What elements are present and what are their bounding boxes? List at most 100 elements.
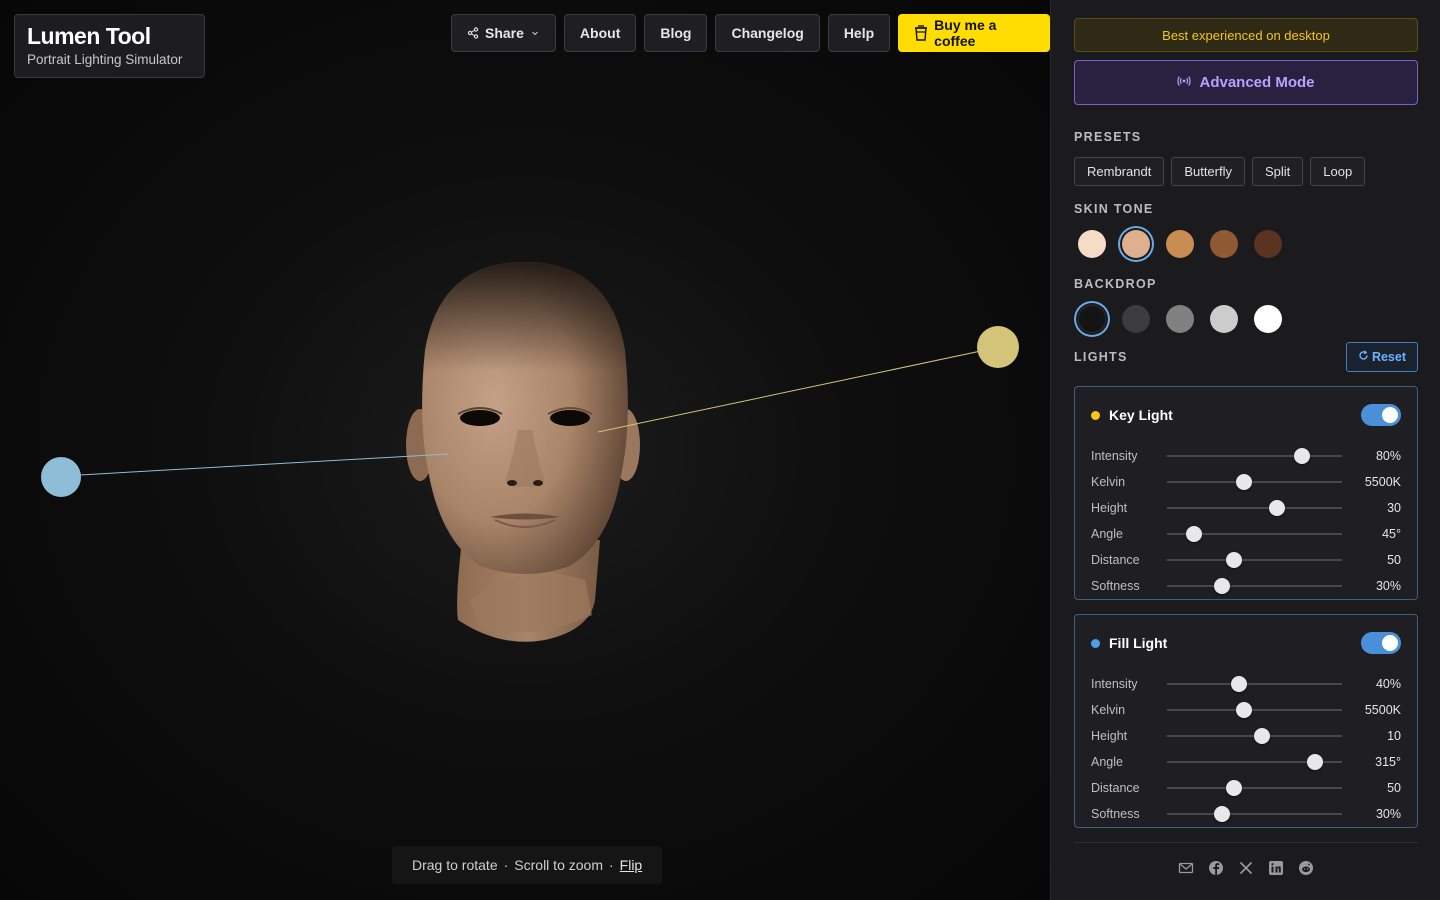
slider-thumb[interactable]: [1214, 806, 1231, 822]
angle-value: 45°: [1382, 527, 1401, 541]
fill-light-title: Fill Light: [1109, 635, 1168, 651]
slider-thumb[interactable]: [1230, 676, 1247, 692]
softness-value: 30%: [1375, 807, 1401, 821]
skin-tone-swatch[interactable]: [1166, 230, 1194, 258]
skin-tone-heading: SKIN TONE: [1074, 202, 1154, 216]
backdrop-swatch[interactable]: [1078, 305, 1106, 333]
preset-split[interactable]: Split: [1252, 157, 1304, 186]
lights-heading: LIGHTS: [1074, 350, 1128, 364]
fill-light-distance-row: Distance 50: [1091, 775, 1401, 801]
slider-thumb[interactable]: [1214, 578, 1231, 594]
skin-tone-swatch[interactable]: [1078, 230, 1106, 258]
slider-thumb[interactable]: [1186, 526, 1203, 542]
presets-list: Rembrandt Butterfly Split Loop: [1074, 157, 1418, 186]
height-value: 30: [1387, 501, 1401, 515]
advanced-mode-label: Advanced Mode: [1199, 74, 1315, 91]
intensity-slider[interactable]: [1167, 448, 1342, 464]
help-button[interactable]: Help: [827, 14, 891, 52]
key-light-handle[interactable]: [977, 326, 1019, 368]
head-model[interactable]: [406, 262, 640, 642]
changelog-button[interactable]: Changelog: [715, 14, 820, 52]
slider-thumb[interactable]: [1226, 552, 1243, 568]
intensity-value: 40%: [1375, 677, 1401, 691]
fill-light-beam: [61, 453, 449, 477]
slider-thumb[interactable]: [1254, 728, 1271, 744]
kelvin-slider[interactable]: [1167, 474, 1342, 490]
app-subtitle: Portrait Lighting Simulator: [27, 52, 183, 67]
top-nav: Share About Blog Changelog Help Buy me a…: [451, 14, 1050, 52]
viewport-3d[interactable]: Lumen Tool Portrait Lighting Simulator S…: [0, 0, 1050, 900]
key-light-card: Key Light Intensity 80% Kelvin 5500K Height 3…: [1074, 386, 1418, 600]
distance-slider[interactable]: [1167, 780, 1342, 796]
fill-light-kelvin-row: Kelvin 5500K: [1091, 697, 1401, 723]
mail-icon[interactable]: [1178, 860, 1194, 876]
app-title: Lumen Tool: [27, 23, 151, 49]
kelvin-value: 5500K: [1364, 703, 1401, 717]
key-light-height-row: Height 30: [1091, 495, 1401, 521]
skin-tone-swatch[interactable]: [1254, 230, 1282, 258]
reddit-icon[interactable]: [1298, 860, 1314, 876]
height-slider[interactable]: [1167, 728, 1342, 744]
fill-light-intensity-row: Intensity 40%: [1091, 671, 1401, 697]
intensity-label: Intensity: [1091, 677, 1138, 691]
flip-link[interactable]: Flip: [620, 857, 643, 873]
advanced-mode-button[interactable]: Advanced Mode: [1074, 60, 1418, 105]
slider-thumb[interactable]: [1293, 448, 1310, 464]
refresh-icon: [1358, 350, 1369, 364]
reset-button[interactable]: Reset: [1345, 342, 1418, 372]
fill-light-card: Fill Light Intensity 40% Kelvin 5500K Height…: [1074, 614, 1418, 828]
share-button[interactable]: Share: [451, 14, 556, 52]
slider-thumb[interactable]: [1236, 474, 1252, 490]
softness-label: Softness: [1091, 807, 1140, 821]
buy-coffee-button[interactable]: Buy me a coffee: [898, 14, 1050, 52]
angle-slider[interactable]: [1167, 754, 1342, 770]
height-label: Height: [1091, 729, 1128, 743]
height-label: Height: [1091, 501, 1128, 515]
preset-loop[interactable]: Loop: [1310, 157, 1366, 186]
fill-light-handle[interactable]: [41, 457, 81, 497]
backdrop-swatch[interactable]: [1210, 305, 1238, 333]
angle-slider[interactable]: [1167, 526, 1342, 542]
slider-thumb[interactable]: [1226, 780, 1243, 796]
backdrop-swatches: [1074, 305, 1418, 333]
distance-slider[interactable]: [1167, 552, 1342, 568]
skin-tone-swatch[interactable]: [1122, 230, 1150, 258]
backdrop-swatch[interactable]: [1166, 305, 1194, 333]
blog-button[interactable]: Blog: [644, 14, 708, 52]
distance-label: Distance: [1091, 781, 1140, 795]
intensity-label: Intensity: [1091, 449, 1138, 463]
facebook-icon[interactable]: [1208, 860, 1224, 876]
scene-canvas[interactable]: [0, 0, 1050, 900]
height-slider[interactable]: [1167, 500, 1342, 516]
kelvin-label: Kelvin: [1091, 475, 1126, 489]
preset-butterfly[interactable]: Butterfly: [1171, 157, 1245, 186]
key-light-toggle[interactable]: [1361, 404, 1401, 426]
linkedin-icon[interactable]: [1268, 860, 1284, 876]
coffee-label: Buy me a coffee: [934, 17, 997, 49]
about-button[interactable]: About: [563, 14, 637, 52]
softness-slider[interactable]: [1167, 578, 1342, 594]
kelvin-slider[interactable]: [1167, 702, 1342, 718]
slider-thumb[interactable]: [1269, 500, 1286, 516]
slider-thumb[interactable]: [1236, 702, 1252, 718]
key-light-softness-row: Softness 30%: [1091, 573, 1401, 599]
backdrop-swatch[interactable]: [1254, 305, 1282, 333]
brand-card: Lumen Tool Portrait Lighting Simulator: [14, 14, 205, 78]
softness-slider[interactable]: [1167, 806, 1342, 822]
slider-thumb[interactable]: [1306, 754, 1323, 770]
chevron-down-icon: [530, 28, 540, 38]
fill-light-angle-row: Angle 315°: [1091, 749, 1401, 775]
preset-rembrandt[interactable]: Rembrandt: [1074, 157, 1165, 186]
share-icon: [467, 27, 479, 39]
x-icon[interactable]: [1238, 860, 1254, 876]
kelvin-value: 5500K: [1364, 475, 1401, 489]
skin-tone-swatch[interactable]: [1210, 230, 1238, 258]
key-light-distance-row: Distance 50: [1091, 547, 1401, 573]
fill-light-toggle[interactable]: [1361, 632, 1401, 654]
divider: [1074, 842, 1418, 843]
intensity-slider[interactable]: [1167, 676, 1342, 692]
backdrop-swatch[interactable]: [1122, 305, 1150, 333]
key-light-title: Key Light: [1109, 407, 1173, 423]
intensity-value: 80%: [1375, 449, 1401, 463]
key-light-beam: [597, 347, 996, 433]
